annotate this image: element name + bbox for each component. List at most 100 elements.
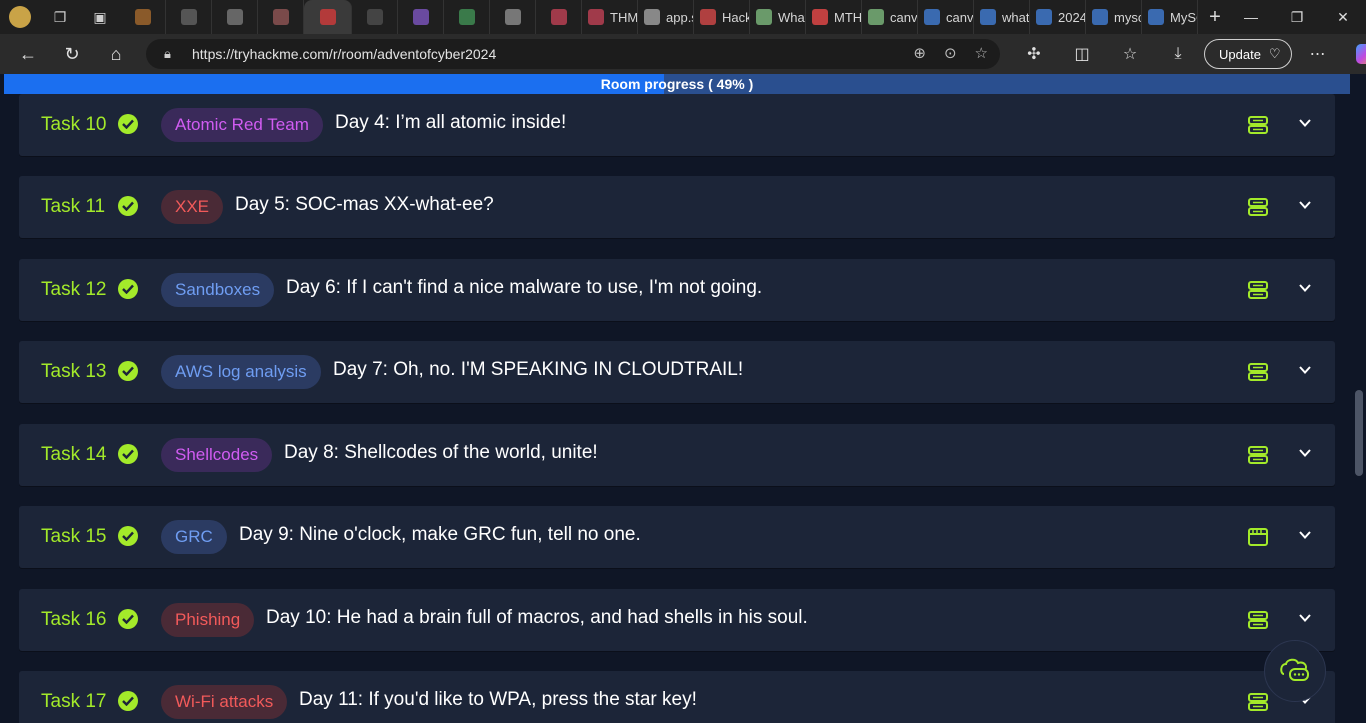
close-icon[interactable]: ✕ xyxy=(1320,0,1366,34)
restore-icon[interactable]: ❐ xyxy=(1274,0,1320,34)
tab-label: MySC xyxy=(1170,9,1197,25)
chat-icon xyxy=(1280,658,1309,681)
task-row[interactable]: Task 15 GRC Day 9: Nine o'clock, make GRC … xyxy=(19,506,1335,568)
browser-tab[interactable]: canv xyxy=(862,0,918,34)
chevron-down-icon[interactable] xyxy=(1297,197,1313,213)
extensions-icon[interactable]: ✣ xyxy=(1012,34,1056,74)
browser-tab[interactable]: Hack xyxy=(694,0,750,34)
completed-check-icon xyxy=(118,114,138,134)
task-title: Day 5: SOC-mas XX-what-ee? xyxy=(235,194,494,215)
tab-strip: THM app.s Hack What MTH canv canv what 2024 mysc M… xyxy=(120,0,1198,34)
browser-tab[interactable] xyxy=(444,0,490,34)
task-tag: XXE xyxy=(161,190,224,224)
task-row[interactable]: Task 14 Shellcodes Day 8: Shellcodes of th… xyxy=(19,424,1335,486)
browser-tab[interactable]: canv xyxy=(918,0,974,34)
progress-label: Room progress ( 49% ) xyxy=(600,76,754,92)
back-button[interactable]: ← xyxy=(6,34,50,74)
server-icon xyxy=(1247,279,1269,301)
completed-check-icon xyxy=(118,196,138,216)
chevron-down-icon[interactable] xyxy=(1297,445,1313,461)
minimize-icon[interactable]: — xyxy=(1228,0,1274,34)
task-number: Task 15 xyxy=(41,526,107,547)
more-page-icon[interactable]: ⊙ xyxy=(944,44,957,62)
task-row[interactable]: Task 10 Atomic Red Team Day 4: I’m all ato… xyxy=(19,94,1335,156)
home-button[interactable]: ⌂ xyxy=(94,34,138,74)
tab-favicon-icon xyxy=(319,9,336,25)
chevron-down-icon[interactable] xyxy=(1297,115,1313,131)
browser-tab[interactable]: what xyxy=(974,0,1030,34)
url-text: https://tryhackme.com/r/room/adventofcyb… xyxy=(192,46,497,62)
tab-favicon-icon xyxy=(504,9,521,25)
zoom-icon[interactable]: ⊕ xyxy=(913,44,926,62)
task-title: Day 11: If you'd like to WPA, press the … xyxy=(299,689,697,710)
browser-tab[interactable]: THM xyxy=(582,0,638,34)
browser-tab[interactable]: MySC xyxy=(1142,0,1198,34)
completed-check-icon xyxy=(118,609,138,629)
tab-label: MTH xyxy=(834,9,862,25)
task-row[interactable]: Task 16 Phishing Day 10: He had a brain fu… xyxy=(19,589,1335,651)
split-screen-icon[interactable]: ◫ xyxy=(1060,34,1104,74)
scrollbar-thumb[interactable] xyxy=(1355,390,1363,476)
browser-tab[interactable]: mysc xyxy=(1086,0,1142,34)
task-row[interactable]: Task 13 AWS log analysis Day 7: Oh, no. I'… xyxy=(19,341,1335,403)
profile-avatar-icon[interactable] xyxy=(0,0,40,34)
chevron-down-icon[interactable] xyxy=(1297,527,1313,543)
task-title: Day 8: Shellcodes of the world, unite! xyxy=(284,442,598,463)
favorite-star-icon[interactable]: ☆ xyxy=(975,44,988,62)
task-number: Task 10 xyxy=(41,114,107,135)
update-button[interactable]: Update ♡ xyxy=(1204,39,1292,69)
tab-favicon-icon xyxy=(458,9,475,25)
copilot-icon[interactable] xyxy=(1344,34,1366,74)
tab-favicon-icon xyxy=(180,9,197,25)
chevron-down-icon[interactable] xyxy=(1297,610,1313,626)
browser-tab[interactable] xyxy=(258,0,304,34)
url-bar[interactable]: 🔒︎ https://tryhackme.com/r/room/adventof… xyxy=(146,39,1000,69)
chat-button[interactable] xyxy=(1264,640,1326,702)
tab-label: Hack xyxy=(722,9,750,25)
browser-tab[interactable]: app.s xyxy=(638,0,694,34)
task-row[interactable]: Task 17 Wi-Fi attacks Day 11: If you'd lik… xyxy=(19,671,1335,723)
browser-tab[interactable] xyxy=(398,0,444,34)
tab-favicon-icon xyxy=(644,9,660,25)
workspaces-icon[interactable]: ❐ xyxy=(40,0,80,34)
task-title: Day 7: Oh, no. I'M SPEAKING IN CLOUDTRAI… xyxy=(333,359,744,380)
chevron-down-icon[interactable] xyxy=(1297,280,1313,296)
task-tag: AWS log analysis xyxy=(161,355,321,389)
browser-tab[interactable] xyxy=(304,0,352,34)
downloads-icon[interactable]: ⤓ xyxy=(1156,34,1200,74)
task-tag: Wi-Fi attacks xyxy=(161,685,288,719)
toolbar-right: ✣ ◫ ☆ ⤓ Update ♡ ⋯ xyxy=(1012,34,1366,74)
browser-tab[interactable]: What xyxy=(750,0,806,34)
page-content: Room progress ( 49% ) Task 10 Atomic Red … xyxy=(0,74,1366,723)
task-title: Day 9: Nine o'clock, make GRC fun, tell … xyxy=(239,524,641,545)
tab-actions-icon[interactable]: ▣ xyxy=(80,0,120,34)
tab-favicon-icon xyxy=(588,9,604,25)
browser-tab[interactable] xyxy=(490,0,536,34)
task-title: Day 10: He had a brain full of macros, a… xyxy=(266,607,808,628)
refresh-button[interactable]: ↻ xyxy=(50,34,94,74)
favorites-icon[interactable]: ☆ xyxy=(1108,34,1152,74)
tab-favicon-icon xyxy=(924,9,940,25)
task-row[interactable]: Task 12 Sandboxes Day 6: If I can't find a… xyxy=(19,259,1335,321)
tab-favicon-icon xyxy=(1092,9,1108,25)
browser-tab[interactable] xyxy=(352,0,398,34)
browser-tab[interactable] xyxy=(166,0,212,34)
browser-tab[interactable] xyxy=(120,0,166,34)
browser-tab[interactable] xyxy=(536,0,582,34)
tab-favicon-icon xyxy=(812,9,828,25)
new-tab-button[interactable]: + xyxy=(1198,0,1232,34)
browser-tab[interactable] xyxy=(212,0,258,34)
task-number: Task 14 xyxy=(41,444,107,465)
tab-favicon-icon xyxy=(272,9,289,25)
chevron-down-icon[interactable] xyxy=(1297,362,1313,378)
scrollbar[interactable] xyxy=(1350,74,1366,723)
tab-favicon-icon xyxy=(226,9,243,25)
browser-tab[interactable]: MTH xyxy=(806,0,862,34)
browser-tab[interactable]: 2024 xyxy=(1030,0,1086,34)
task-row[interactable]: Task 11 XXE Day 5: SOC-mas XX-what-ee? xyxy=(19,176,1335,238)
tab-label: app.s xyxy=(666,9,693,25)
tab-favicon-icon xyxy=(700,9,716,25)
browser-window-icon xyxy=(1247,526,1269,548)
settings-more-icon[interactable]: ⋯ xyxy=(1296,34,1340,74)
heart-icon: ♡ xyxy=(1268,46,1281,61)
